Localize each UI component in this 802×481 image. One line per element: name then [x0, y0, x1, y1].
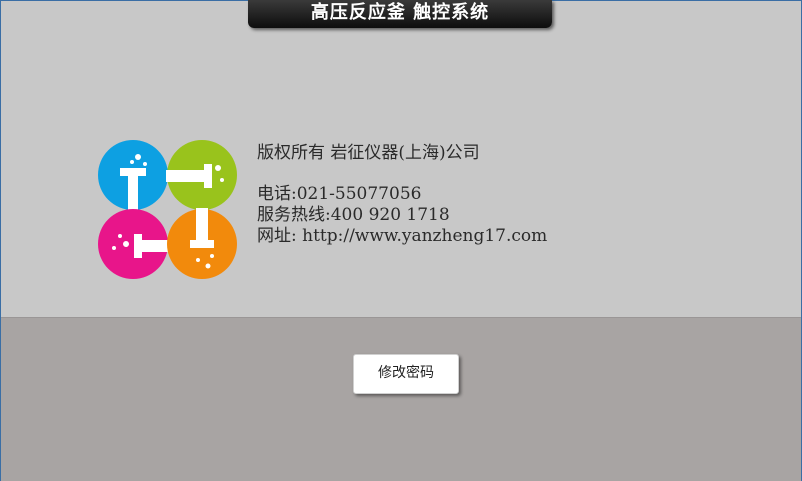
change-password-button[interactable]: 修改密码: [353, 354, 459, 394]
hotline-text: 服务热线:400 920 1718: [257, 205, 450, 225]
company-info: 版权所有 岩征仪器(上海)公司 电话:021-55077056 服务热线:400…: [257, 143, 547, 247]
company-logo: [98, 140, 237, 279]
phone-text: 电话:021-55077056: [257, 184, 422, 204]
app-title: 高压反应釜 触控系统: [248, 0, 552, 28]
action-panel: [1, 317, 801, 481]
copyright-text: 版权所有 岩征仪器(上海)公司: [257, 143, 480, 163]
website-text: 网址: http://www.yanzheng17.com: [257, 226, 548, 246]
